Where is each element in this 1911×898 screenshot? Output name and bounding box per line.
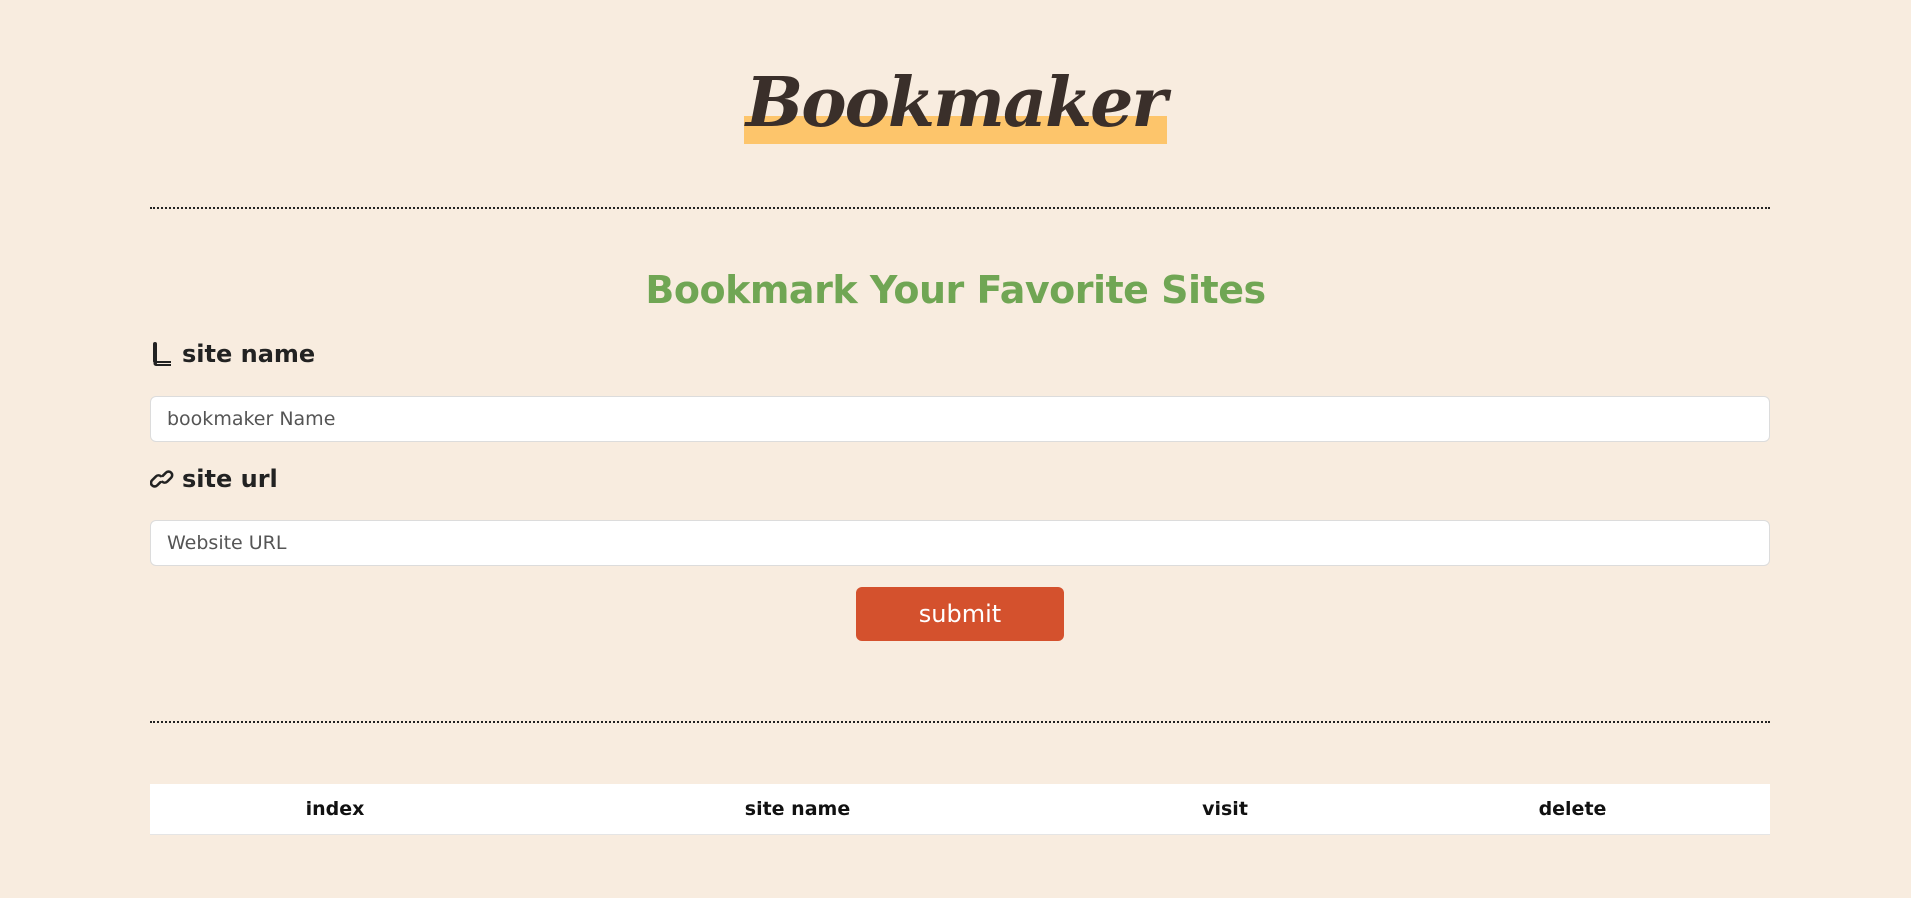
site-name-input[interactable] [150,396,1770,442]
bottom-divider [150,721,1770,723]
logo-container: Bookmaker [0,62,1911,144]
page: Bookmaker Bookmark Your Favorite Sites s… [0,0,1911,898]
form-heading: Bookmark Your Favorite Sites [645,268,1266,312]
logo-text: Bookmaker [745,63,1168,143]
submit-button[interactable]: submit [856,587,1064,641]
site-name-label-text: site name [182,340,316,368]
site-url-input[interactable] [150,520,1770,566]
link-icon [150,466,174,492]
column-header-visit: visit [1202,798,1248,820]
column-header-index: index [305,798,365,820]
book-icon [150,341,174,367]
table-header-row: index site name visit delete [150,784,1770,835]
top-divider [150,207,1770,209]
logo: Bookmaker [743,62,1168,144]
column-header-delete: delete [1538,798,1607,820]
site-name-label: site name [150,340,315,368]
column-header-site-name: site name [744,798,851,820]
bookmarks-table: index site name visit delete [150,784,1770,835]
site-url-label: site url [150,465,278,493]
site-url-label-text: site url [182,465,278,493]
